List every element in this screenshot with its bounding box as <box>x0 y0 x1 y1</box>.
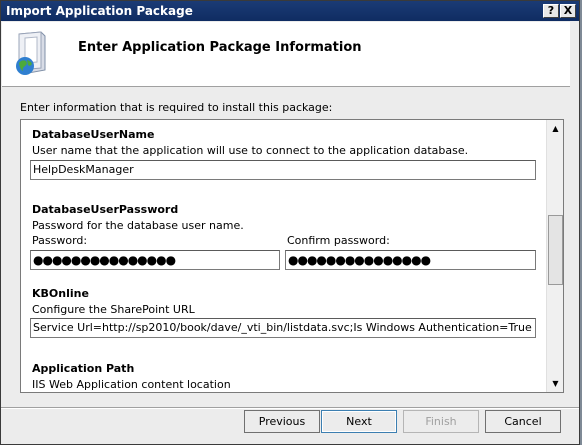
password-input[interactable]: ●●●●●●●●●●●●●●● <box>30 250 280 270</box>
kbonline-title: KBOnline <box>32 287 89 300</box>
parameters-panel: DatabaseUserName User name that the appl… <box>20 119 564 393</box>
scrollbar-thumb[interactable] <box>548 215 563 285</box>
confirm-password-input[interactable]: ●●●●●●●●●●●●●●● <box>285 250 536 270</box>
finish-button: Finish <box>403 410 479 433</box>
sharepoint-url-input[interactable]: Service Url=http://sp2010/book/dave/_vti… <box>30 318 536 338</box>
parameters-content: DatabaseUserName User name that the appl… <box>21 120 545 392</box>
import-dialog: Import Application Package ? X Enter App… <box>0 0 580 445</box>
title-bar: Import Application Package ? X <box>1 1 579 21</box>
db-password-title: DatabaseUserPassword <box>32 203 179 216</box>
previous-button[interactable]: Previous <box>244 410 320 433</box>
db-password-description: Password for the database user name. <box>32 219 244 232</box>
intro-text: Enter information that is required to in… <box>20 101 333 114</box>
app-path-title: Application Path <box>32 362 135 375</box>
page-title: Enter Application Package Information <box>78 40 362 55</box>
next-button[interactable]: Next <box>321 410 397 433</box>
window-title: Import Application Package <box>6 4 193 18</box>
app-path-description: IIS Web Application content location <box>32 378 231 391</box>
cancel-button[interactable]: Cancel <box>485 410 561 433</box>
password-label: Password: <box>32 234 88 247</box>
wizard-header: Enter Application Package Information <box>2 22 570 87</box>
db-username-title: DatabaseUserName <box>32 128 155 141</box>
close-button[interactable]: X <box>560 4 576 18</box>
help-button[interactable]: ? <box>543 4 559 18</box>
arrow-down-icon[interactable]: ▼ <box>548 376 563 391</box>
package-globe-icon <box>16 31 46 75</box>
confirm-password-label: Confirm password: <box>287 234 390 247</box>
footer-divider <box>1 407 579 409</box>
db-username-description: User name that the application will use … <box>32 144 469 157</box>
kbonline-description: Configure the SharePoint URL <box>32 303 195 316</box>
vertical-scrollbar[interactable]: ▲ ▼ <box>546 120 563 392</box>
arrow-up-icon[interactable]: ▲ <box>548 121 563 136</box>
db-username-input[interactable]: HelpDeskManager <box>30 160 536 180</box>
